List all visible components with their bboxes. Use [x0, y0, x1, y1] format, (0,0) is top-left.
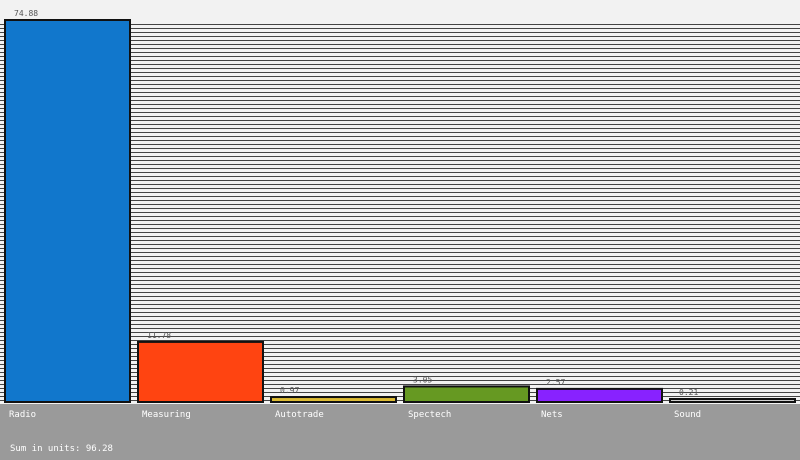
value-label-autotrade: 0.97: [280, 386, 299, 395]
value-label-spectech: 3.05: [413, 375, 432, 384]
category-label-measuring: Measuring: [142, 410, 191, 420]
value-label-radio: 74.88: [14, 9, 38, 18]
category-label-nets: Nets: [541, 410, 563, 420]
value-label-nets: 2.57: [546, 378, 565, 387]
value-label-sound: 0.21: [679, 388, 698, 397]
chart-page: 74.88 Radio 11.78 Measuring 0.97 Autotrade 3.0…: [0, 0, 800, 460]
value-label-measuring: 11.78: [147, 331, 171, 340]
bar-radio: [4, 19, 131, 403]
category-label-sound: Sound: [674, 410, 701, 420]
bar-autotrade: [270, 396, 397, 403]
category-label-spectech: Spectech: [408, 410, 451, 420]
bar-spectech: [403, 385, 530, 403]
bar-measuring: [137, 340, 264, 404]
sum-label: Sum in units:: [10, 444, 86, 454]
bar-nets: [536, 387, 663, 404]
sum-value: 96.28: [85, 444, 113, 454]
category-label-radio: Radio: [9, 410, 36, 420]
sum-footer: Sum in units: 96.28: [10, 444, 113, 454]
bar-sound: [669, 398, 796, 403]
bar-chart: 74.88 Radio 11.78 Measuring 0.97 Autotrade 3.0…: [0, 0, 800, 420]
category-label-autotrade: Autotrade: [275, 410, 324, 420]
